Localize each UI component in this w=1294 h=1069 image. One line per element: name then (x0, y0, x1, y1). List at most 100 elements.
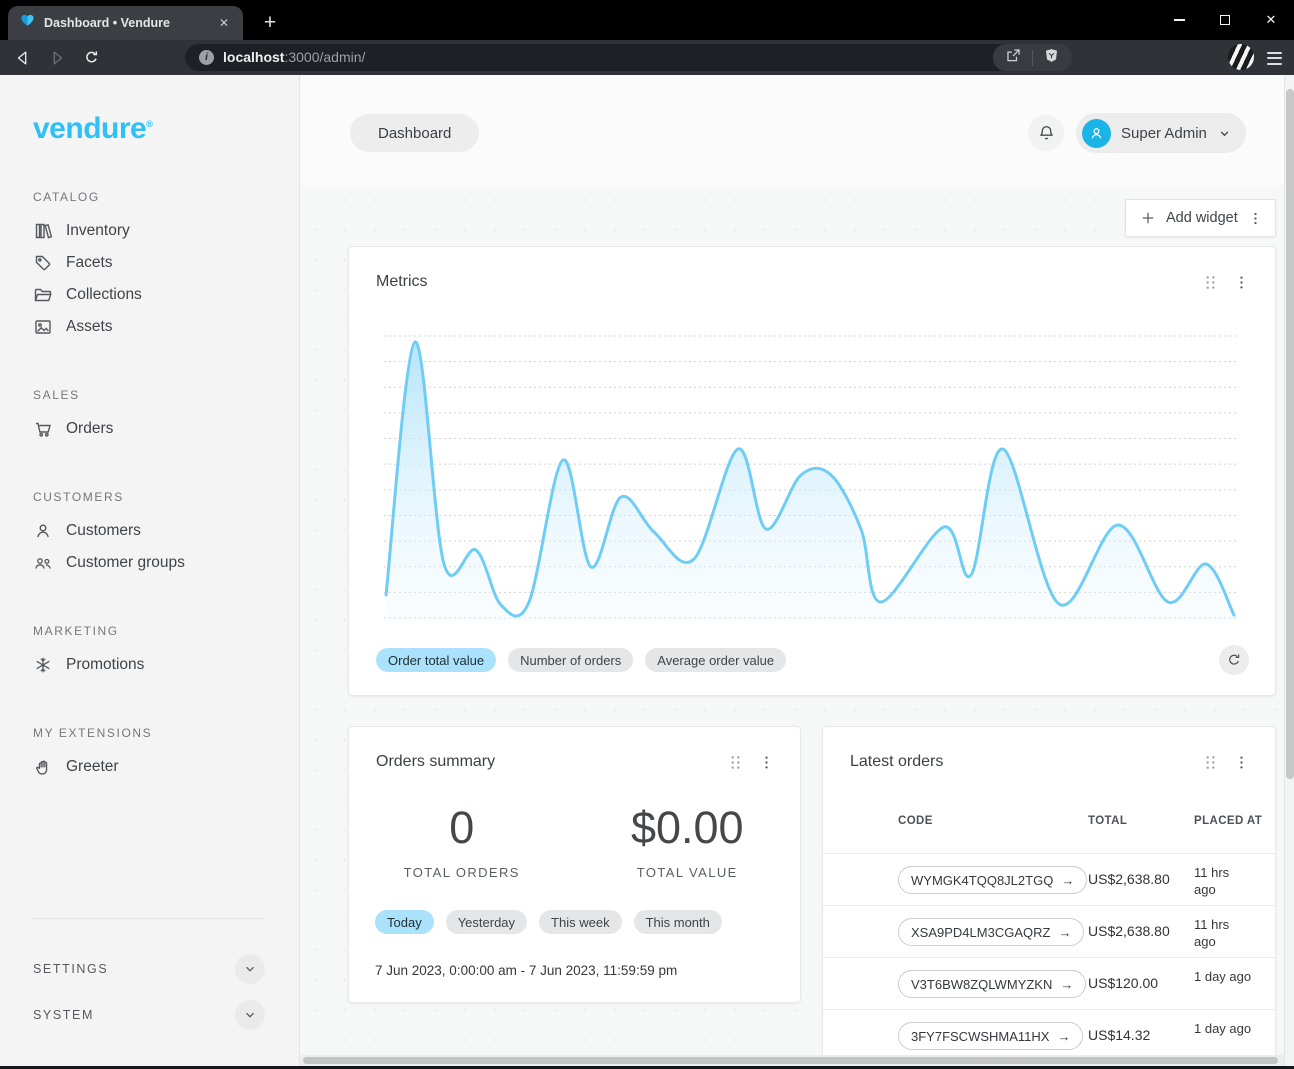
kebab-menu-icon[interactable] (1248, 211, 1263, 226)
order-placed-at: 11 hrs ago (1194, 864, 1252, 898)
brave-shield-icon[interactable] (1043, 47, 1060, 69)
sidebar-item-settings[interactable]: SETTINGS (33, 949, 265, 989)
address-bar[interactable]: i localhost:3000/admin/ (185, 44, 1037, 71)
latest-orders-title: Latest orders (850, 753, 943, 771)
tag-icon (33, 253, 53, 273)
window-maximize-button[interactable] (1202, 0, 1248, 40)
tab-number-of-orders[interactable]: Number of orders (508, 648, 633, 672)
arrow-right-icon: → (1058, 925, 1071, 940)
section-label-my-extensions: MY EXTENSIONS (33, 726, 299, 740)
sidebar-item-customer-groups[interactable]: Customer groups (33, 547, 299, 579)
dashboard-content: Add widget Metrics (300, 185, 1284, 1069)
sidebar: vendure® CATALOG Inventory Facets Collec… (0, 75, 300, 1069)
tab-yesterday[interactable]: Yesterday (446, 910, 527, 934)
vertical-scrollbar[interactable] (1284, 75, 1294, 1069)
tab-average-order-value[interactable]: Average order value (645, 648, 786, 672)
section-label-marketing: MARKETING (33, 624, 299, 638)
horizontal-scrollbar-thumb[interactable] (303, 1057, 1278, 1064)
logo-registered-mark: ® (146, 119, 152, 129)
kebab-menu-icon[interactable] (759, 754, 774, 771)
folder-icon (33, 285, 53, 305)
browser-tab[interactable]: Dashboard • Vendure ✕ (8, 6, 243, 40)
site-info-icon[interactable]: i (199, 50, 214, 65)
table-row: 3FY7FSCWSHMA11HX→ US$14.32 1 day ago (823, 1009, 1275, 1061)
browser-tab-strip: Dashboard • Vendure ✕ + ✕ (0, 0, 1294, 40)
cart-icon (33, 419, 53, 439)
orders-summary-title: Orders summary (376, 753, 495, 771)
page-header: Dashboard Super Admin (300, 75, 1284, 185)
hand-icon (33, 757, 53, 777)
sidebar-item-assets[interactable]: Assets (33, 311, 299, 343)
window-close-button[interactable]: ✕ (1248, 0, 1294, 40)
vendure-favicon-icon (20, 13, 35, 33)
chevron-down-icon (1217, 126, 1232, 141)
metrics-chart (384, 332, 1237, 622)
drag-handle-icon[interactable] (1203, 754, 1218, 771)
latest-orders-rows: WYMGK4TQQ8JL2TGQ→ US$2,638.80 11 hrs ago… (823, 853, 1275, 1061)
notifications-button[interactable] (1028, 115, 1064, 151)
system-expand-button[interactable] (235, 1000, 265, 1030)
order-placed-at: 11 hrs ago (1194, 916, 1252, 950)
order-code-link[interactable]: 3FY7FSCWSHMA11HX→ (898, 1022, 1083, 1050)
arrow-right-icon: → (1057, 1029, 1070, 1044)
user-menu[interactable]: Super Admin (1076, 113, 1246, 153)
tab-this-week[interactable]: This week (539, 910, 622, 934)
inventory-icon (33, 221, 53, 241)
tab-this-month[interactable]: This month (634, 910, 722, 934)
reload-button[interactable] (76, 44, 106, 72)
settings-expand-button[interactable] (235, 954, 265, 984)
latest-orders-header: CODE TOTAL PLACED AT (823, 815, 1275, 853)
new-tab-button[interactable]: + (256, 9, 284, 37)
browser-window: Dashboard • Vendure ✕ + ✕ i localhost:30… (0, 0, 1294, 1069)
drag-handle-icon[interactable] (728, 754, 743, 771)
sidebar-item-orders[interactable]: Orders (33, 413, 299, 445)
browser-toolbar: i localhost:3000/admin/ (0, 40, 1294, 75)
kebab-menu-icon[interactable] (1234, 754, 1249, 771)
snowflake-icon (33, 655, 53, 675)
table-row: WYMGK4TQQ8JL2TGQ→ US$2,638.80 11 hrs ago (823, 853, 1275, 905)
total-orders-value: 0 (349, 799, 575, 857)
table-row: V3T6BW8ZQLWMYZKN→ US$120.00 1 day ago (823, 957, 1275, 1009)
toolbar-action-group (993, 44, 1072, 71)
order-code-link[interactable]: WYMGK4TQQ8JL2TGQ→ (898, 866, 1087, 894)
metrics-title: Metrics (376, 273, 428, 291)
column-code: CODE (898, 815, 933, 827)
latest-orders-widget: Latest orders CODE TOTAL PLACED AT WYMGK… (822, 726, 1276, 1069)
sidebar-item-greeter[interactable]: Greeter (33, 751, 299, 783)
sidebar-item-collections[interactable]: Collections (33, 279, 299, 311)
order-total: US$14.32 (1088, 1027, 1150, 1043)
sidebar-item-facets[interactable]: Facets (33, 247, 299, 279)
tab-today[interactable]: Today (375, 910, 434, 934)
toolbar-divider (1032, 50, 1033, 66)
sidebar-item-inventory[interactable]: Inventory (33, 215, 299, 247)
back-button[interactable] (8, 44, 38, 72)
horizontal-scrollbar[interactable] (300, 1055, 1284, 1066)
refresh-button[interactable] (1219, 645, 1249, 675)
window-minimize-button[interactable] (1156, 0, 1202, 40)
share-icon[interactable] (1005, 47, 1022, 69)
sidebar-item-system[interactable]: SYSTEM (33, 995, 265, 1035)
tab-order-total-value[interactable]: Order total value (376, 648, 496, 672)
total-value-label: TOTAL VALUE (575, 865, 801, 880)
image-icon (33, 317, 53, 337)
browser-menu-icon[interactable] (1262, 46, 1286, 70)
vendure-logo[interactable]: vendure® (33, 108, 299, 145)
window-controls: ✕ (1156, 0, 1294, 40)
breadcrumb[interactable]: Dashboard (350, 114, 479, 152)
add-widget-button[interactable]: Add widget (1125, 199, 1276, 237)
forward-button[interactable] (42, 44, 72, 72)
order-code-link[interactable]: V3T6BW8ZQLWMYZKN→ (898, 970, 1086, 998)
sidebar-item-promotions[interactable]: Promotions (33, 649, 299, 681)
vertical-scrollbar-thumb[interactable] (1286, 89, 1294, 779)
browser-profile-avatar[interactable] (1228, 44, 1254, 70)
sidebar-item-customers[interactable]: Customers (33, 515, 299, 547)
table-row: XSA9PD4LM3CGAQRZ→ US$2,638.80 11 hrs ago (823, 905, 1275, 957)
section-label-sales: SALES (33, 388, 299, 402)
kebab-menu-icon[interactable] (1234, 274, 1249, 291)
column-total: TOTAL (1088, 815, 1127, 827)
tab-close-icon[interactable]: ✕ (215, 14, 233, 32)
drag-handle-icon[interactable] (1203, 274, 1218, 291)
user-avatar (1082, 119, 1111, 148)
total-value-value: $0.00 (575, 799, 801, 857)
order-code-link[interactable]: XSA9PD4LM3CGAQRZ→ (898, 918, 1084, 946)
